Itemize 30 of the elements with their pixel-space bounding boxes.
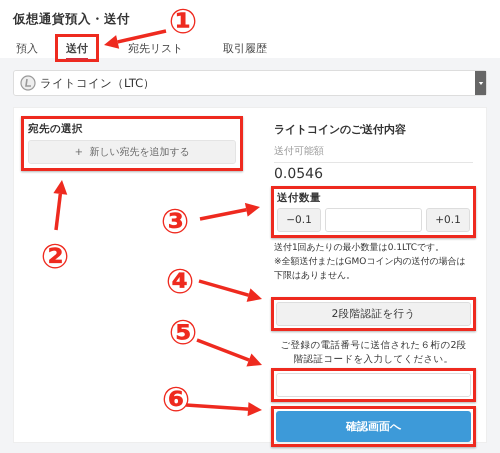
note-text: 送付1回あたりの最小数量は0.1LTCです。: [274, 242, 446, 255]
arrow: [198, 279, 262, 302]
code-input[interactable]: [276, 373, 471, 397]
increase-button[interactable]: +0.1: [426, 208, 470, 232]
add-destination-button[interactable]: + 新しい宛先を追加する: [28, 140, 236, 164]
amount-input[interactable]: [325, 208, 422, 232]
amount-label: 送付数量: [277, 191, 322, 206]
two-factor-button[interactable]: 2段階認証を行う: [276, 302, 471, 326]
caret-icon: [478, 80, 484, 86]
available-amount: 0.0546: [274, 166, 324, 182]
tab[interactable]: 送付: [55, 34, 99, 62]
tab[interactable]: 預入: [5, 34, 49, 62]
instruction-text: ご登録の電話番号に送信された６桁の2段階認証コードを入力してください。: [279, 339, 468, 367]
step-number: ②: [40, 237, 70, 277]
step-number: ③: [160, 202, 190, 242]
currency-dropdown[interactable]: ライトコイン（LTC）: [13, 70, 487, 96]
section-heading: ライトコインのご送付内容: [274, 122, 407, 138]
step-number: ⑥: [160, 380, 192, 420]
step-number: ⑤: [168, 313, 198, 353]
coin-icon: [20, 75, 36, 91]
arrow: [53, 180, 68, 230]
page-title: 仮想通貨預入・送付: [13, 10, 130, 28]
arrow: [200, 202, 260, 221]
tab[interactable]: 取引履歴: [212, 34, 278, 62]
arrow: [196, 338, 262, 366]
section-heading: 宛先の選択: [28, 122, 84, 137]
step-number: ④: [164, 262, 196, 302]
available-label: 送付可能額: [274, 144, 473, 163]
decrease-button[interactable]: −0.1: [277, 208, 321, 232]
note-text: ※全額送付またはGMOコイン内の送付の場合は下限はありません。: [274, 256, 466, 283]
